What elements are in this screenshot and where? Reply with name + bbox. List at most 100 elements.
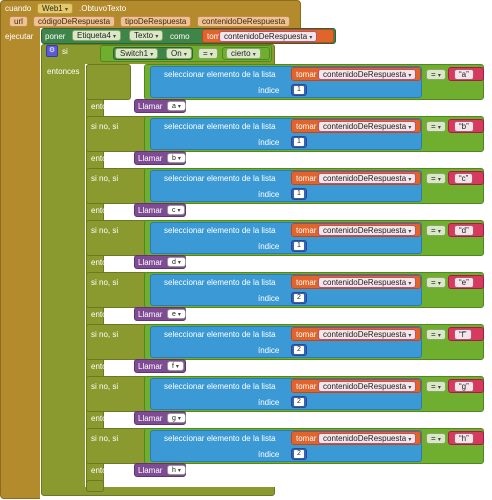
select-list-item-label: seleccionar elemento de la lista [164, 226, 276, 235]
branch-entonces-label: entonces [91, 466, 124, 475]
chevron-down-icon: ▾ [437, 73, 441, 79]
chevron-down-icon: ▾ [155, 34, 159, 40]
text-literal-value[interactable]: “e” [454, 277, 474, 288]
outer-if-gear-icon[interactable]: ⚙ [46, 45, 58, 57]
branch-entonces-label: entonces [91, 362, 124, 371]
event-param-url[interactable]: url [9, 16, 28, 27]
index-number-block[interactable]: 1 [291, 240, 307, 252]
call-procedure-dropdown[interactable]: d ▾ [167, 257, 186, 267]
var-value: contenidoDeRespuesta [323, 382, 407, 391]
index-number-block[interactable]: 2 [291, 344, 307, 356]
index-number-value: 2 [294, 346, 304, 354]
select-list-item-label: seleccionar elemento de la lista [164, 434, 276, 443]
switch-property-dropdown[interactable]: On ▾ [166, 48, 192, 59]
index-number-value: 1 [294, 190, 304, 198]
text-literal-text: a [461, 70, 467, 79]
var-dropdown[interactable]: contenidoDeRespuesta ▾ [318, 329, 417, 340]
var-dropdown[interactable]: contenidoDeRespuesta ▾ [318, 69, 417, 80]
chevron-down-icon: ▾ [177, 468, 181, 474]
select-list-item-label: seleccionar elemento de la lista [164, 330, 276, 339]
chevron-down-icon: ▾ [177, 260, 181, 266]
text-literal-value[interactable]: “d” [454, 225, 474, 236]
equals-op-dropdown[interactable]: = ▾ [426, 69, 446, 80]
outer-if-entonces-label: entonces [47, 67, 80, 76]
index-number-value: 2 [294, 398, 304, 406]
text-literal-value[interactable]: “a” [454, 69, 474, 80]
setter-var-dropdown[interactable]: contenidoDeRespuesta ▾ [219, 31, 318, 42]
chevron-down-icon: ▾ [65, 7, 69, 13]
call-procedure-value: e [172, 311, 176, 318]
event-param-tipoderespuesta[interactable]: tipoDeRespuesta [120, 16, 192, 27]
event-component-dropdown[interactable]: Web1 ▾ [37, 3, 74, 14]
call-procedure-dropdown[interactable]: f ▾ [167, 361, 184, 371]
setter-component-dropdown[interactable]: Etiqueta4 ▾ [72, 30, 122, 41]
call-procedure-dropdown[interactable]: c ▾ [167, 205, 186, 215]
text-literal-text: e [461, 278, 467, 287]
index-number-value: 1 [294, 138, 304, 146]
event-cuando-label: cuando [5, 4, 32, 13]
call-procedure-dropdown[interactable]: a ▾ [167, 101, 186, 111]
text-literal-value[interactable]: “h” [454, 433, 474, 444]
var-dropdown[interactable]: contenidoDeRespuesta ▾ [318, 173, 417, 184]
indice-label: índice [258, 346, 280, 355]
text-literal-text: g [461, 382, 467, 391]
branch-row [86, 64, 131, 100]
call-procedure-value: c [172, 207, 176, 214]
index-number-block[interactable]: 2 [291, 448, 307, 460]
var-dropdown[interactable]: contenidoDeRespuesta ▾ [318, 225, 417, 236]
equals-op-value: = [431, 382, 436, 391]
branch-entonces-label: entonces [91, 414, 124, 423]
inner-if-bottom [86, 480, 104, 492]
event-name-label: .ObtuvoTexto [79, 4, 127, 13]
call-procedure-dropdown[interactable]: e ▾ [167, 309, 186, 319]
call-procedure-value: a [172, 103, 176, 110]
setter-como-label: como [170, 32, 190, 41]
event-component-value: Web1 [42, 4, 63, 13]
index-number-block[interactable]: 1 [291, 188, 307, 200]
equals-op-dropdown[interactable]: = ▾ [426, 277, 446, 288]
equals-op-dropdown[interactable]: = ▾ [426, 225, 446, 236]
text-literal-value[interactable]: “f” [454, 329, 472, 340]
tomar-label: tomar [296, 174, 317, 183]
branch-entonces-label: entonces [91, 206, 124, 215]
equals-op-dropdown[interactable]: = ▾ [426, 381, 446, 392]
text-literal-value[interactable]: “b” [454, 121, 474, 132]
equals-op-dropdown[interactable]: = ▾ [426, 121, 446, 132]
equals-op-dropdown[interactable]: = ▾ [426, 433, 446, 444]
indice-label: índice [258, 242, 280, 251]
var-dropdown[interactable]: contenidoDeRespuesta ▾ [318, 121, 417, 132]
chevron-down-icon: ▾ [408, 73, 412, 79]
index-number-block[interactable]: 2 [291, 396, 307, 408]
branch-entonces-label: entonces [91, 154, 124, 163]
select-list-item-label: seleccionar elemento de la lista [164, 278, 276, 287]
branch-entonces-label: entonces [91, 258, 124, 267]
text-literal-text: h [461, 434, 467, 443]
equals-op-dropdown[interactable]: = ▾ [426, 329, 446, 340]
true-value-dropdown[interactable]: cierto ▾ [226, 48, 261, 59]
call-procedure-dropdown[interactable]: h ▾ [167, 465, 186, 475]
select-list-item-label: seleccionar elemento de la lista [164, 122, 276, 131]
chevron-down-icon: ▾ [408, 177, 412, 183]
compare-op-dropdown[interactable]: = ▾ [198, 48, 218, 59]
text-literal-value[interactable]: “c” [454, 173, 474, 184]
var-dropdown[interactable]: contenidoDeRespuesta ▾ [318, 433, 417, 444]
event-param-contenidoderespuesta[interactable]: contenidoDeRespuesta [197, 16, 291, 27]
index-number-block[interactable]: 1 [291, 136, 307, 148]
call-procedure-dropdown[interactable]: b ▾ [167, 153, 186, 163]
event-param-codigodequespuesta[interactable]: códigoDeRespuesta [33, 16, 116, 27]
setter-property-dropdown[interactable]: Texto ▾ [129, 30, 164, 41]
var-dropdown[interactable]: contenidoDeRespuesta ▾ [318, 381, 417, 392]
text-literal-value[interactable]: “g” [454, 381, 474, 392]
switch-component-dropdown[interactable]: Switch1 ▾ [115, 48, 159, 59]
equals-op-value: = [431, 70, 436, 79]
call-procedure-dropdown[interactable]: g ▾ [167, 413, 186, 423]
call-procedure-value: h [172, 467, 176, 474]
var-dropdown[interactable]: contenidoDeRespuesta ▾ [318, 277, 417, 288]
index-number-block[interactable]: 2 [291, 292, 307, 304]
call-llamar-label: Llamar [138, 362, 163, 371]
index-number-block[interactable]: 1 [291, 84, 307, 96]
equals-op-dropdown[interactable]: = ▾ [426, 173, 446, 184]
compare-op-value: = [203, 49, 208, 58]
event-ejecutar-label: ejecutar [5, 32, 34, 41]
indice-label: índice [258, 138, 280, 147]
